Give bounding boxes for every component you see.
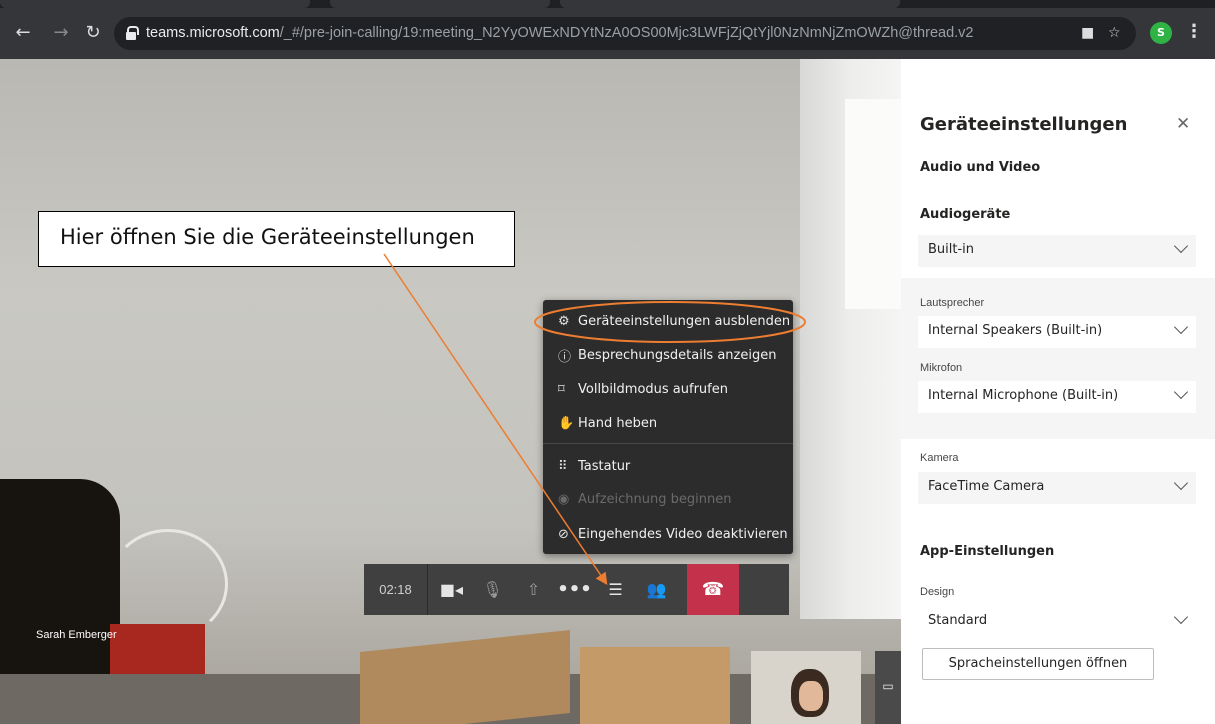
menu-item-label: Aufzeichnung beginnen [578, 492, 732, 507]
menu-item-label: Besprechungsdetails anzeigen [578, 348, 777, 363]
audio-devices-heading: Audiogeräte [920, 207, 1011, 222]
browser-tabstrip [0, 0, 1215, 8]
menu-item-disable-incoming-video[interactable]: ⊘ Eingehendes Video deaktivieren [543, 518, 793, 551]
menu-item-device-settings[interactable]: ⚙ Geräteeinstellungen ausblenden [543, 305, 793, 338]
info-icon: ⓘ [558, 350, 572, 365]
show-conversation-button[interactable]: ☰ [595, 564, 636, 615]
mic-off-icon: 🎙 [482, 580, 503, 599]
forward-arrow-icon[interactable]: → [50, 22, 72, 44]
browser-toolbar: ← → ↻ teams.microsoft.com/_#/pre-join-ca… [0, 8, 1215, 59]
gear-icon: ⚙ [558, 314, 570, 329]
mic-toggle-button[interactable]: 🎙 [472, 564, 513, 615]
more-dots-icon: ••• [557, 579, 592, 600]
menu-item-fullscreen[interactable]: ⌑ Vollbildmodus aufrufen [543, 373, 793, 406]
chat-icon: ☰ [608, 580, 623, 599]
language-settings-button[interactable]: Spracheinstellungen öffnen [922, 648, 1154, 680]
browser-tab[interactable] [330, 0, 550, 8]
fullscreen-icon: ⌑ [558, 382, 565, 397]
lock-icon [126, 26, 139, 40]
bookmark-star-icon[interactable]: ☆ [1108, 25, 1121, 41]
url-text: teams.microsoft.com/_#/pre-join-calling/… [146, 25, 973, 41]
record-icon: ◉ [558, 492, 570, 507]
chevron-down-icon [1174, 387, 1188, 401]
url-domain: teams.microsoft.com [146, 25, 280, 41]
chevron-down-icon [1174, 612, 1188, 626]
design-value: Standard [928, 613, 988, 628]
chevron-down-icon [1174, 241, 1188, 255]
menu-item-label: Vollbildmodus aufrufen [578, 382, 728, 397]
device-settings-panel: Geräteeinstellungen ✕ Audio und Video Au… [901, 59, 1215, 724]
speaker-select[interactable]: Internal Speakers (Built-in) [918, 316, 1196, 348]
mic-select[interactable]: Internal Microphone (Built-in) [918, 381, 1196, 413]
back-arrow-icon[interactable]: ← [12, 22, 34, 44]
participants-icon: 👥 [646, 580, 667, 599]
pip-toggle-icon[interactable]: ▭ [875, 651, 901, 724]
mic-value: Internal Microphone (Built-in) [928, 388, 1119, 403]
video-off-icon: ⊘ [558, 527, 569, 542]
menu-item-raise-hand[interactable]: ✋ Hand heben [543, 407, 793, 440]
hang-up-button[interactable]: ☎ [687, 564, 739, 615]
video-window-light [845, 99, 901, 309]
menu-item-label: Hand heben [578, 416, 658, 431]
chevron-down-icon [1174, 322, 1188, 336]
annotation-callout: Hier öffnen Sie die Geräteeinstellungen [38, 211, 515, 267]
self-preview-face [799, 681, 823, 711]
profile-avatar[interactable]: S [1150, 22, 1172, 44]
menu-item-dialpad[interactable]: ⠿ Tastatur [543, 450, 793, 483]
browser-tab[interactable] [560, 0, 900, 8]
reload-icon[interactable]: ↻ [82, 22, 104, 44]
menu-item-label: Tastatur [578, 459, 631, 474]
menu-item-start-recording: ◉ Aufzeichnung beginnen [543, 483, 793, 516]
call-bar-divider [427, 564, 428, 615]
menu-item-label: Eingehendes Video deaktivieren [578, 527, 788, 542]
dialpad-icon: ⠿ [558, 459, 568, 474]
mic-label: Mikrofon [920, 362, 963, 374]
camera-select[interactable]: FaceTime Camera [918, 472, 1196, 504]
share-tray-icon: ⇧ [526, 580, 541, 599]
video-camera-icon: ■◂ [439, 580, 464, 599]
speaker-value: Internal Speakers (Built-in) [928, 323, 1103, 338]
more-actions-button[interactable]: ••• [554, 564, 595, 615]
audio-video-heading: Audio und Video [920, 160, 1041, 175]
call-timer: 02:18 [379, 582, 412, 597]
share-screen-button[interactable]: ⇧ [513, 564, 554, 615]
participant-name: Sarah Emberger [36, 629, 117, 641]
hand-icon: ✋ [558, 416, 575, 431]
menu-item-meeting-details[interactable]: ⓘ Besprechungsdetails anzeigen [543, 339, 793, 372]
menu-divider [543, 443, 793, 444]
video-cable [108, 529, 228, 639]
design-select[interactable]: Standard [918, 606, 1196, 638]
audio-device-value: Built-in [928, 242, 975, 257]
camera-indicator-icon[interactable]: ■ [1081, 25, 1094, 41]
more-options-menu: ⚙ Geräteeinstellungen ausblenden ⓘ Bespr… [543, 300, 793, 554]
url-path: /_#/pre-join-calling/19:meeting_N2YyOWEx… [279, 25, 974, 41]
call-controls-bar: 02:18 ■◂ 🎙 ⇧ ••• ☰ 👥 ☎ [364, 564, 789, 615]
speaker-label: Lautsprecher [920, 297, 985, 309]
menu-item-label: Geräteeinstellungen ausblenden [578, 314, 791, 329]
panel-title: Geräteeinstellungen [920, 114, 1128, 135]
design-label: Design [920, 586, 955, 598]
camera-label: Kamera [920, 452, 959, 464]
hang-up-icon: ☎ [701, 579, 725, 600]
camera-value: FaceTime Camera [928, 479, 1045, 494]
browser-tab[interactable] [0, 0, 310, 8]
app-settings-heading: App-Einstellungen [920, 544, 1055, 559]
close-icon[interactable]: ✕ [1176, 114, 1190, 134]
audio-device-select[interactable]: Built-in [918, 235, 1196, 267]
video-cardboard-box [360, 629, 570, 724]
show-participants-button[interactable]: 👥 [636, 564, 677, 615]
browser-menu-icon[interactable]: ⋮ [1185, 21, 1203, 42]
address-bar[interactable]: teams.microsoft.com/_#/pre-join-calling/… [114, 17, 1136, 50]
camera-toggle-button[interactable]: ■◂ [431, 564, 472, 615]
self-preview-video[interactable] [751, 651, 861, 724]
video-cardboard-box [580, 647, 730, 724]
chevron-down-icon [1174, 478, 1188, 492]
